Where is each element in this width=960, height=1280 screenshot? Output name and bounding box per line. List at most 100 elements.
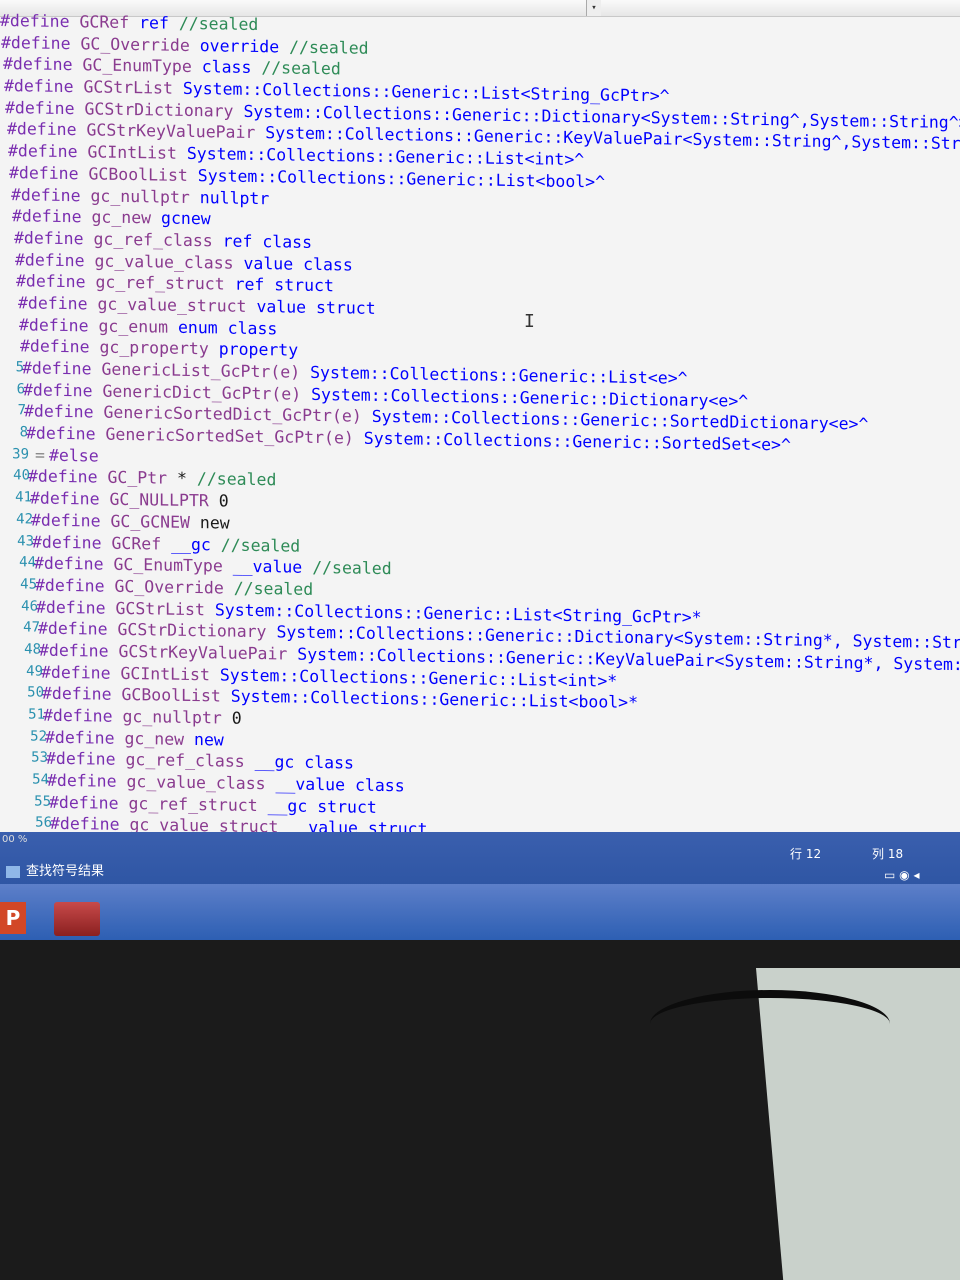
code-token: #define <box>23 380 103 401</box>
line-number: 8 <box>19 424 28 441</box>
code-token: 0 <box>231 708 242 728</box>
monitor-screen: ▾ #define GCRef ref //sealed #define GC_O… <box>0 0 960 940</box>
code-token: #define <box>50 814 130 832</box>
code-token: #define <box>46 749 126 770</box>
code-token: #define <box>9 162 89 184</box>
code-token: GCStrList <box>83 77 183 98</box>
code-token: #define <box>19 314 99 336</box>
code-token: #define <box>45 727 125 748</box>
code-token: __gc <box>171 534 221 554</box>
code-token: __value <box>232 556 313 578</box>
code-token: #define <box>1 32 81 53</box>
code-text: #define gc_new new <box>45 726 224 751</box>
cable <box>650 990 890 1058</box>
code-token: new <box>194 729 224 750</box>
code-text: #else <box>49 445 99 467</box>
find-results-icon <box>6 865 20 878</box>
code-token: GC_Override <box>114 576 234 598</box>
find-symbol-results-tab[interactable]: 查找符号结果 <box>6 860 104 879</box>
code-token: #define <box>28 466 108 488</box>
code-token: #define <box>24 401 104 423</box>
code-token: #define <box>11 184 91 205</box>
code-token: #define <box>35 575 115 596</box>
code-token: GenericSortedDict_GcPtr(e) <box>103 403 372 427</box>
code-token: gc_ref_struct <box>95 272 235 294</box>
code-token: #define <box>34 553 114 574</box>
taskbar <box>0 884 960 940</box>
code-token: ref <box>139 13 179 33</box>
code-token: gc_value_struct <box>129 815 289 832</box>
code-token: property <box>218 339 299 360</box>
code-text: #define gc_new gcnew <box>12 205 211 230</box>
code-text: #define GC_GCNEW new <box>31 509 230 534</box>
code-token: gc_new <box>124 728 195 749</box>
code-token: #define <box>7 119 87 140</box>
powerpoint-taskbar-icon[interactable]: P <box>0 902 26 934</box>
code-token: GenericDict_GcPtr(e) <box>102 381 312 404</box>
code-token: #define <box>49 792 129 813</box>
code-token: GC_NULLPTR <box>109 489 219 511</box>
code-token: #define <box>4 76 84 97</box>
code-token: GenericSortedSet_GcPtr(e) <box>105 424 364 448</box>
code-token: gc_nullptr <box>90 185 200 207</box>
code-token: GC_Ptr <box>107 468 178 489</box>
text-cursor-icon: I <box>524 311 535 332</box>
code-token: //sealed <box>233 578 314 599</box>
line-number: 56 <box>35 814 52 832</box>
code-token: __value struct <box>288 817 428 832</box>
code-token: #define <box>3 54 83 75</box>
code-token: gc_value_class <box>126 772 276 794</box>
code-token: gc_ref_class <box>125 750 255 772</box>
code-token: gc_new <box>91 207 162 228</box>
code-token: ref struct <box>234 274 334 296</box>
code-token: gcnew <box>161 208 211 229</box>
code-token: #define <box>15 249 95 271</box>
code-token: gc_nullptr <box>122 706 232 728</box>
line-number: 50 <box>27 684 44 702</box>
line-number: 41 <box>15 489 32 506</box>
code-token: gc_ref_class <box>93 229 223 251</box>
row-indicator: 行 12 <box>790 847 822 861</box>
code-token: //sealed <box>178 13 259 35</box>
code-token: #else <box>49 445 99 466</box>
system-tray[interactable]: ▭ ◉ ◂ <box>884 868 919 882</box>
code-lines[interactable]: #define GCRef ref //sealed #define GC_Ove… <box>0 10 960 832</box>
fold-toggle-icon[interactable]: = <box>35 444 45 466</box>
column-indicator: 列 18 <box>872 847 904 861</box>
code-token: gc_ref_struct <box>128 793 268 815</box>
code-token: value struct <box>256 296 376 318</box>
line-number: 40 <box>13 467 30 484</box>
line-number: 48 <box>24 641 41 658</box>
code-token: //sealed <box>261 58 341 79</box>
zoom-level[interactable]: 00 % <box>2 834 27 845</box>
code-token: __gc class <box>254 752 354 773</box>
code-token: 0 <box>218 491 229 511</box>
code-token: GCIntList <box>87 142 187 164</box>
line-number: 39 <box>12 445 29 463</box>
line-number: 52 <box>30 728 47 745</box>
app-taskbar-icon[interactable] <box>54 902 100 936</box>
code-token: __gc struct <box>267 795 377 817</box>
code-token: GCStrKeyValuePair <box>118 641 298 664</box>
code-token: #define <box>31 510 111 531</box>
code-token: GCStrDictionary <box>117 620 277 642</box>
line-number: 45 <box>20 576 37 593</box>
code-token: #define <box>41 662 121 683</box>
code-token: * <box>177 469 197 489</box>
code-token: GC_EnumType <box>82 55 202 77</box>
code-token: gc_value_class <box>94 251 244 273</box>
code-token: //sealed <box>289 37 369 58</box>
line-number: 53 <box>31 749 48 767</box>
line-number: 47 <box>23 619 40 636</box>
code-token: gc_property <box>99 337 219 359</box>
code-token: #define <box>12 206 92 227</box>
code-token: //sealed <box>312 558 392 579</box>
code-token: #define <box>39 640 119 661</box>
code-token: #define <box>42 683 122 705</box>
code-editor[interactable]: ▾ #define GCRef ref //sealed #define GC_O… <box>0 0 960 832</box>
code-token: #define <box>0 11 80 32</box>
dropdown-arrow-icon[interactable]: ▾ <box>586 0 601 16</box>
line-number: 54 <box>32 771 49 788</box>
code-text: #define GC_NULLPTR 0 <box>30 488 229 513</box>
code-token: #define <box>8 141 88 162</box>
